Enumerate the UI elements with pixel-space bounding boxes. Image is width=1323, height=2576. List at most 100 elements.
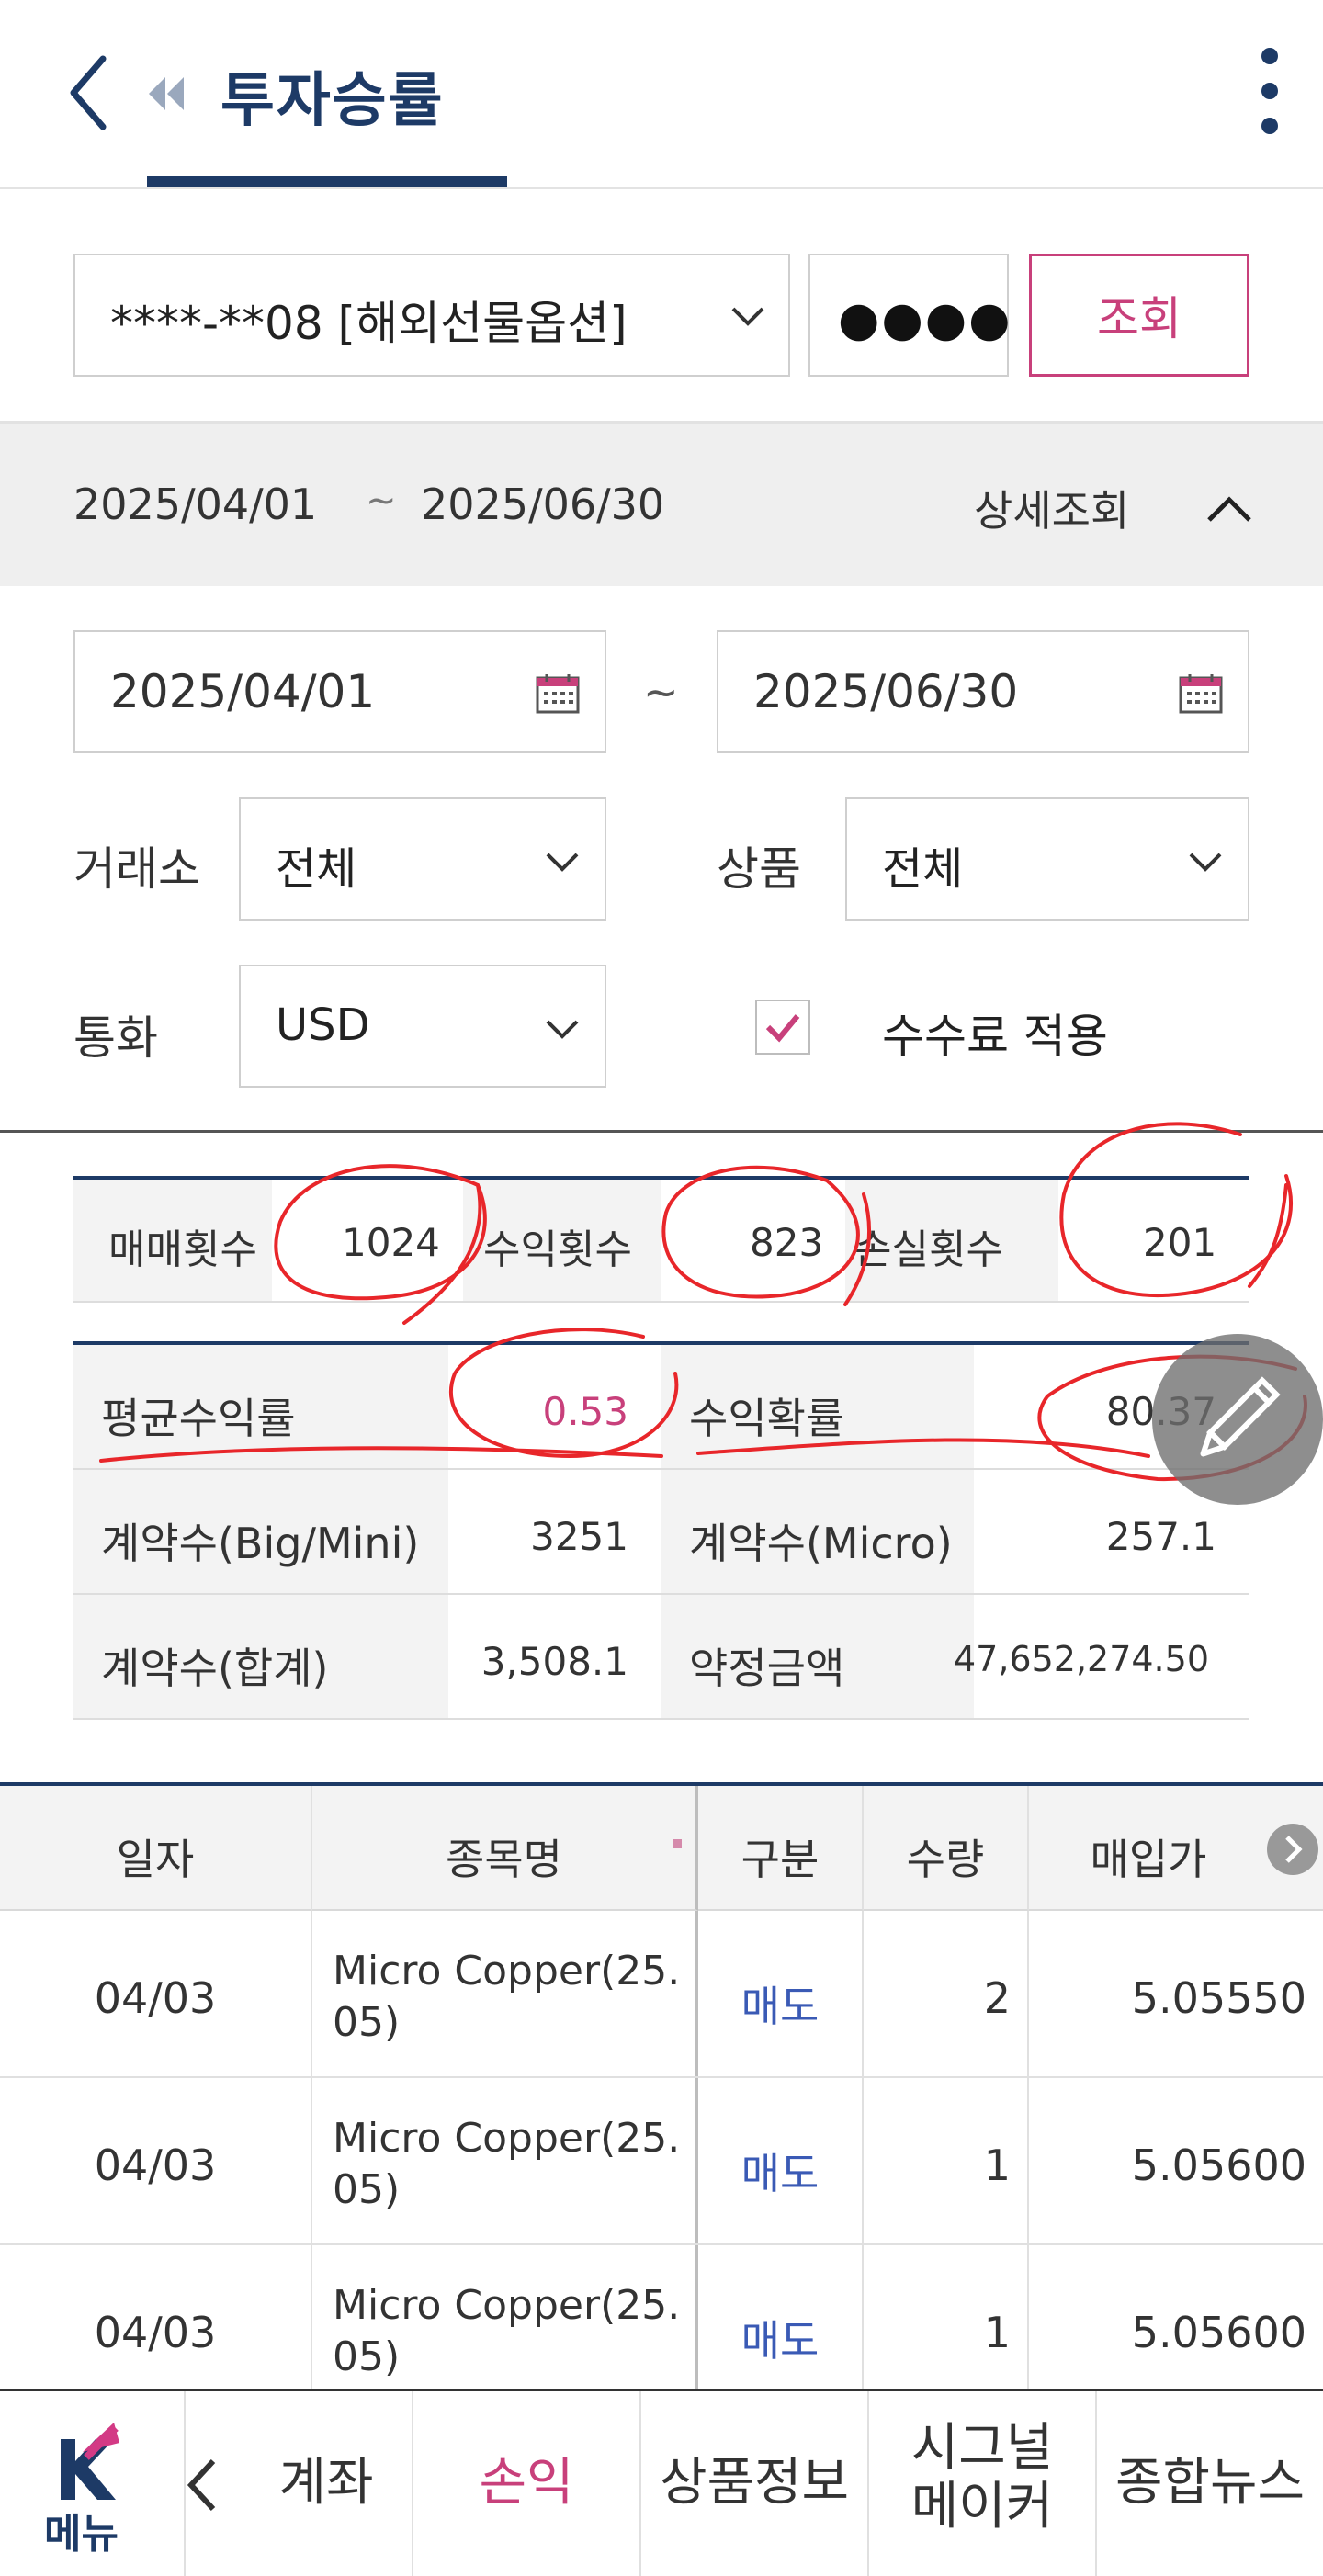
row-date: 04/03 bbox=[94, 2141, 217, 2190]
table-row[interactable]: 04/03 Micro Copper(25.05) 매도 1 5.05600 bbox=[0, 2245, 1323, 2389]
nav-label-active: 손익 bbox=[479, 2453, 574, 2513]
calendar-icon[interactable] bbox=[1178, 672, 1224, 715]
column-header-label: 일자 bbox=[116, 1835, 195, 1884]
contracts-micro-label: 계약수(Micro) bbox=[689, 1519, 953, 1568]
table-row[interactable]: 04/03 Micro Copper(25.05) 매도 2 5.05550 bbox=[0, 1911, 1323, 2078]
end-date-value: 2025/06/30 bbox=[753, 665, 1019, 718]
row-date: 04/03 bbox=[94, 1973, 217, 2023]
chevron-left-icon[interactable] bbox=[184, 2456, 220, 2514]
date-separator: ~ bbox=[643, 667, 679, 717]
trade-history-table[interactable]: 일자 종목명 구분 수량 매입가 04/03 Micro Copper(25.0… bbox=[0, 1782, 1323, 2389]
start-date-value: 2025/04/01 bbox=[110, 665, 376, 718]
row-symbol-name: Micro Copper(25.05) bbox=[333, 2115, 681, 2213]
row-qty: 1 bbox=[983, 2308, 1011, 2357]
losses-value-cell: 201 bbox=[1058, 1180, 1250, 1301]
win-rate-label-cell: 수익확률 bbox=[662, 1345, 974, 1468]
contracts-big-value-cell: 3251 bbox=[448, 1470, 662, 1593]
query-button[interactable]: 조회 bbox=[1029, 254, 1250, 377]
password-field[interactable]: ●●●● bbox=[808, 254, 1012, 377]
chevron-up-icon[interactable] bbox=[1205, 494, 1253, 524]
row-side: 매도 bbox=[741, 1982, 820, 2031]
more-menu-icon[interactable] bbox=[1259, 48, 1281, 136]
bottom-navigation: 메뉴 계좌 손익 상품정보 시그널 메이커 종합뉴스 bbox=[0, 2389, 1323, 2576]
trade-count-summary: 매매횟수 1024 수익횟수 823 손실횟수 201 bbox=[74, 1176, 1250, 1303]
sort-marker-icon bbox=[673, 1839, 682, 1848]
period-summary-bar[interactable]: 2025/04/01 ~ 2025/06/30 상세조회 bbox=[0, 421, 1323, 586]
nav-item-product-info[interactable]: 상품정보 bbox=[639, 2391, 867, 2576]
rewind-icon[interactable] bbox=[145, 73, 186, 114]
column-header-name[interactable]: 종목명 bbox=[312, 1786, 698, 1911]
row-qty: 2 bbox=[983, 1973, 1011, 2023]
row-price: 5.05550 bbox=[1131, 1973, 1306, 2023]
menu-label: 메뉴 bbox=[44, 2511, 119, 2558]
contracts-big-label-cell: 계약수(Big/Mini) bbox=[74, 1470, 448, 1593]
nav-item-account[interactable]: 계좌 bbox=[184, 2391, 412, 2576]
k-logo-icon bbox=[61, 2423, 119, 2500]
column-header-date[interactable]: 일자 bbox=[0, 1786, 312, 1911]
avg-return-value-cell: 0.53 bbox=[448, 1345, 662, 1468]
exchange-value: 전체 bbox=[276, 843, 357, 895]
product-value: 전체 bbox=[882, 843, 964, 895]
row-side: 매도 bbox=[741, 2149, 820, 2198]
trades-value: 1024 bbox=[342, 1220, 440, 1265]
trades-label: 매매횟수 bbox=[108, 1226, 257, 1273]
contracts-total-label-cell: 계약수(합계) bbox=[74, 1595, 448, 1718]
nav-item-news[interactable]: 종합뉴스 bbox=[1095, 2391, 1323, 2576]
column-header-qty[interactable]: 수량 bbox=[864, 1786, 1029, 1911]
title-underline bbox=[147, 176, 507, 187]
wins-value-cell: 823 bbox=[662, 1180, 845, 1301]
product-select[interactable]: 전체 bbox=[845, 797, 1250, 921]
password-mask: ●●●● bbox=[838, 292, 1012, 347]
summary-row: 계약수(합계) 3,508.1 약정금액 47,652,274.50 bbox=[74, 1595, 1250, 1720]
win-rate-label: 수익확률 bbox=[689, 1394, 845, 1443]
column-header-label: 종목명 bbox=[446, 1835, 562, 1884]
row-date: 04/03 bbox=[94, 2308, 217, 2357]
fee-checkbox[interactable] bbox=[755, 1000, 810, 1055]
floating-edit-button[interactable] bbox=[1152, 1334, 1323, 1505]
summary-row: 계약수(Big/Mini) 3251 계약수(Micro) 257.1 bbox=[74, 1470, 1250, 1595]
summary-row: 평균수익률 0.53 수익확률 80.37 bbox=[74, 1345, 1250, 1470]
start-date-field[interactable]: 2025/04/01 bbox=[74, 630, 606, 753]
column-header-price[interactable]: 매입가 bbox=[1029, 1786, 1323, 1911]
currency-value: USD bbox=[276, 1000, 370, 1051]
product-label: 상품 bbox=[717, 842, 801, 896]
currency-label: 통화 bbox=[74, 1011, 158, 1065]
contracts-total-value-cell: 3,508.1 bbox=[448, 1595, 662, 1718]
menu-button[interactable]: 메뉴 bbox=[0, 2391, 184, 2576]
exchange-select[interactable]: 전체 bbox=[239, 797, 606, 921]
chevron-down-icon bbox=[1189, 853, 1222, 872]
back-arrow-icon[interactable] bbox=[64, 51, 119, 134]
nav-item-pnl[interactable]: 손익 bbox=[412, 2391, 639, 2576]
nav-label: 상품정보 bbox=[659, 2453, 850, 2513]
chevron-down-icon bbox=[731, 307, 764, 326]
losses-label: 손실횟수 bbox=[854, 1226, 1003, 1273]
checkmark-icon bbox=[765, 1014, 800, 1043]
pencil-icon bbox=[1200, 1376, 1281, 1457]
nav-item-signal-maker[interactable]: 시그널 메이커 bbox=[867, 2391, 1095, 2576]
amount-value-cell: 47,652,274.50 bbox=[954, 1595, 1250, 1718]
calendar-icon[interactable] bbox=[535, 672, 581, 715]
avg-return-label-cell: 평균수익률 bbox=[74, 1345, 448, 1468]
table-row[interactable]: 04/03 Micro Copper(25.05) 매도 1 5.05600 bbox=[0, 2078, 1323, 2245]
wins-value: 823 bbox=[750, 1220, 824, 1265]
end-date-field[interactable]: 2025/06/30 bbox=[717, 630, 1250, 753]
scroll-right-icon[interactable] bbox=[1266, 1823, 1319, 1876]
period-start: 2025/04/01 bbox=[74, 480, 318, 529]
column-header-label: 매입가 bbox=[1090, 1835, 1207, 1884]
account-select[interactable]: ****-**08 [해외선물옵션] bbox=[74, 254, 790, 377]
contracts-micro-value: 257.1 bbox=[1105, 1514, 1216, 1559]
detail-search-label: 상세조회 bbox=[974, 486, 1130, 536]
row-side: 매도 bbox=[741, 2316, 820, 2366]
column-header-side[interactable]: 구분 bbox=[698, 1786, 864, 1911]
amount-label-cell: 약정금액 bbox=[662, 1595, 974, 1718]
chevron-down-icon bbox=[546, 853, 579, 872]
amount-label: 약정금액 bbox=[689, 1644, 845, 1693]
row-qty: 1 bbox=[983, 2141, 1011, 2190]
nav-label: 시그널 메이커 bbox=[910, 2418, 1054, 2536]
currency-select[interactable]: USD bbox=[239, 965, 606, 1088]
wins-label-cell: 수익횟수 bbox=[463, 1180, 662, 1301]
column-header-label: 구분 bbox=[741, 1835, 820, 1884]
trades-value-cell: 1024 bbox=[272, 1180, 463, 1301]
nav-label: 계좌 bbox=[278, 2453, 374, 2513]
period-separator: ~ bbox=[366, 480, 397, 522]
